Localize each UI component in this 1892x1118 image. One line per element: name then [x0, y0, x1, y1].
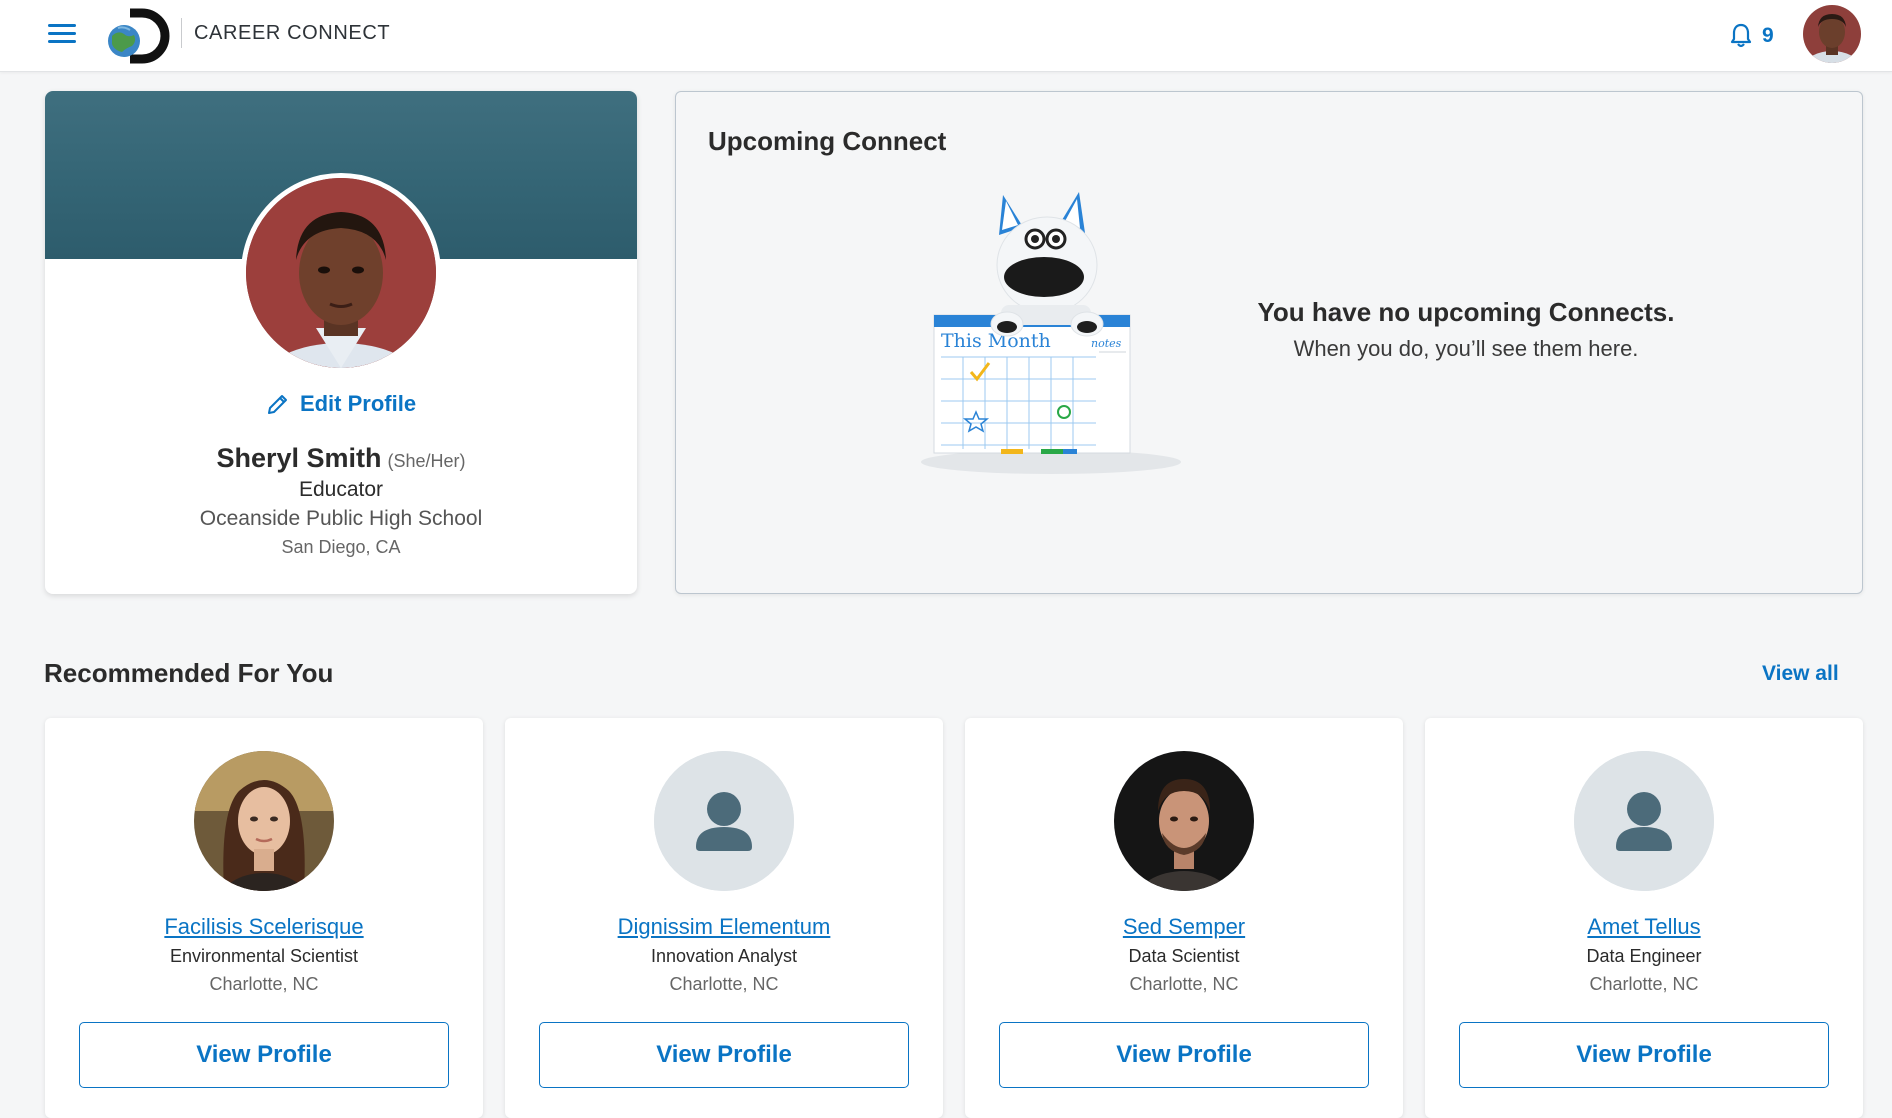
empty-state-title: You have no upcoming Connects.: [1257, 297, 1675, 327]
recommendation-location: Charlotte, NC: [1129, 974, 1239, 994]
user-avatar[interactable]: [1803, 5, 1861, 63]
recommendation-role: Innovation Analyst: [650, 946, 798, 966]
recommendation-photo: [194, 751, 334, 891]
recommended-title: Recommended For You: [44, 658, 334, 688]
robot-dog-calendar-illustration: This Month notes: [921, 192, 1181, 474]
profile-role: Educator: [298, 478, 384, 501]
calendar-notes-label: notes: [1091, 337, 1122, 350]
view-profile-button[interactable]: View Profile: [1459, 1022, 1829, 1088]
brand-divider: [181, 18, 182, 48]
view-profile-button[interactable]: View Profile: [79, 1022, 449, 1088]
profile-location: San Diego, CA: [281, 537, 401, 557]
edit-profile-button[interactable]: Edit Profile: [45, 391, 637, 417]
recommendation-location: Charlotte, NC: [1589, 974, 1699, 994]
menu-icon[interactable]: [46, 22, 78, 46]
person-placeholder-icon: [654, 751, 794, 891]
recommendation-card: Dignissim Elementum Innovation Analyst C…: [505, 718, 943, 1118]
profile-name-line: Sheryl Smith (She/Her): [45, 443, 637, 474]
recommendation-card: Facilisis Scelerisque Environmental Scie…: [45, 718, 483, 1118]
recommendation-role: Data Scientist: [1128, 946, 1240, 966]
recommendation-photo: [654, 751, 794, 891]
upcoming-title: Upcoming Connect: [708, 126, 947, 156]
recommendation-name-link[interactable]: Amet Tellus: [1425, 914, 1863, 940]
view-all-link[interactable]: View all: [1762, 662, 1839, 686]
recommendation-name-link[interactable]: Dignissim Elementum: [505, 914, 943, 940]
notification-count: 9: [1762, 24, 1774, 47]
profile-photo: [241, 173, 441, 373]
recommendation-photo: [1114, 751, 1254, 891]
upcoming-connect-card: Upcoming Connect This Month notes You ha…: [675, 91, 1863, 594]
discovery-logo[interactable]: [104, 8, 172, 64]
profile-name: Sheryl Smith: [216, 443, 382, 473]
top-navigation-bar: CAREER CONNECT 9: [0, 0, 1892, 72]
notifications-button[interactable]: 9: [1730, 18, 1774, 54]
empty-state-subtitle: When you do, you’ll see them here.: [1293, 336, 1639, 361]
recommendation-role: Data Engineer: [1586, 946, 1702, 966]
recommendation-card: Amet Tellus Data Engineer Charlotte, NC …: [1425, 718, 1863, 1118]
recommendation-role: Environmental Scientist: [169, 946, 359, 966]
recommendation-card: Sed Semper Data Scientist Charlotte, NC …: [965, 718, 1403, 1118]
edit-profile-label: Edit Profile: [299, 391, 417, 416]
recommendation-location: Charlotte, NC: [669, 974, 779, 994]
recommendation-photo: [1574, 751, 1714, 891]
pencil-icon: [267, 395, 287, 414]
recommendation-name-link[interactable]: Facilisis Scelerisque: [45, 914, 483, 940]
profile-card: Edit Profile Sheryl Smith (She/Her) Educa…: [45, 91, 637, 594]
profile-school: Oceanside Public High School: [199, 507, 483, 530]
calendar-title: This Month: [941, 330, 1051, 352]
brand-name: CAREER CONNECT: [194, 22, 391, 44]
view-profile-button[interactable]: View Profile: [539, 1022, 909, 1088]
person-placeholder-icon: [1574, 751, 1714, 891]
bell-icon: [1730, 23, 1752, 48]
recommendation-location: Charlotte, NC: [209, 974, 319, 994]
recommendation-name-link[interactable]: Sed Semper: [965, 914, 1403, 940]
view-profile-button[interactable]: View Profile: [999, 1022, 1369, 1088]
profile-pronouns: (She/Her): [387, 451, 466, 471]
